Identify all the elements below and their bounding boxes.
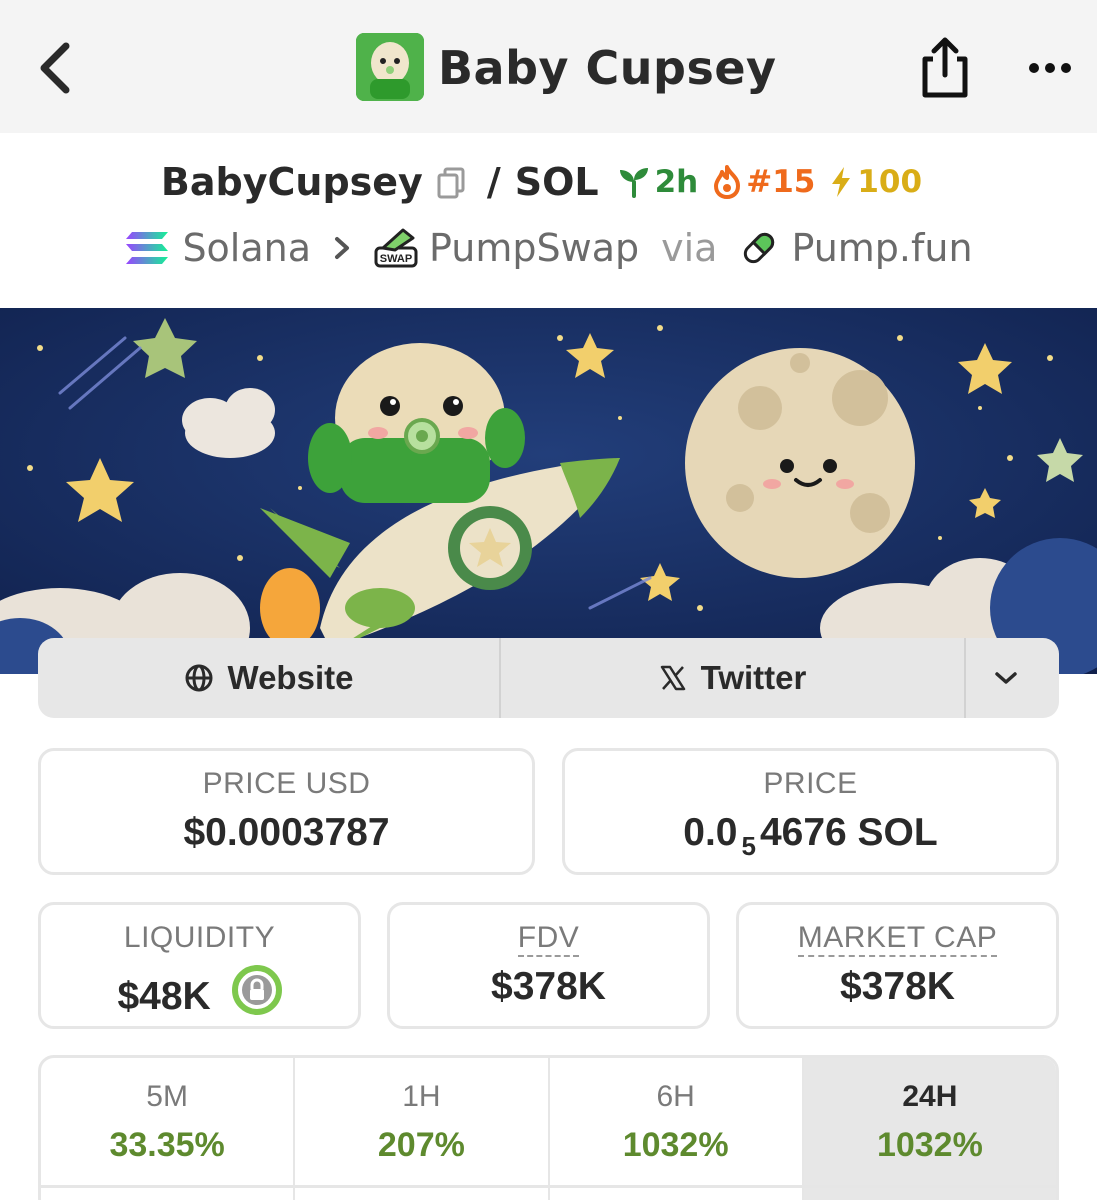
more-links-button[interactable]	[966, 638, 1059, 718]
fdv-label: FDV	[517, 921, 580, 957]
boost-badge[interactable]: 100	[829, 164, 922, 200]
x-logo-icon	[660, 665, 685, 691]
social-links-bar: Website Twitter	[38, 638, 1059, 718]
tab-1h[interactable]: 1H 207%	[295, 1058, 550, 1200]
globe-icon	[185, 664, 213, 692]
token-banner-image	[0, 308, 1097, 674]
timeframe-tabs: 5M 33.35% 1H 207% 6H 1032% 24H 1032%	[38, 1055, 1059, 1200]
lightning-icon	[832, 167, 851, 197]
website-button[interactable]: Website	[38, 638, 501, 718]
twitter-label: Twitter	[700, 659, 807, 696]
chevron-right-icon	[335, 237, 350, 259]
dex-name[interactable]: PumpSwap	[429, 226, 639, 270]
quote-symbol: SOL	[514, 160, 599, 204]
price-usd-value: $0.0003787	[183, 811, 390, 854]
price-native-value: 0.0 5 4676 SOL	[565, 811, 1056, 862]
boost-value: 100	[857, 164, 923, 200]
price-native-card: PRICE 0.0 5 4676 SOL	[562, 748, 1059, 875]
pair-separator: /	[486, 160, 501, 204]
chain-breadcrumb: Solana SWAP PumpSwap via Pump.fun	[0, 226, 1097, 276]
tab-24h[interactable]: 24H 1032%	[803, 1058, 1056, 1200]
trending-rank-badge[interactable]: #15	[712, 164, 815, 200]
price-usd-card: PRICE USD $0.0003787	[38, 748, 535, 875]
via-label: via	[661, 226, 718, 270]
tab-label: 6H	[656, 1080, 695, 1113]
pumpswap-icon: SWAP	[374, 228, 418, 268]
lock-icon[interactable]	[231, 965, 282, 1025]
twitter-button[interactable]: Twitter	[501, 638, 966, 718]
launchpad-name[interactable]: Pump.fun	[791, 226, 972, 270]
breadcrumb-arrow	[333, 226, 351, 270]
back-button[interactable]	[30, 38, 80, 98]
chevron-left-icon	[40, 42, 70, 94]
solana-icon	[126, 232, 169, 264]
token-logo	[356, 33, 424, 101]
pill-icon	[744, 232, 775, 264]
price-prefix: 0.0	[683, 811, 738, 854]
price-change-value: 1032%	[876, 1126, 983, 1164]
price-usd-label: PRICE USD	[202, 767, 371, 800]
more-dots-icon	[1029, 63, 1071, 73]
share-icon	[922, 37, 968, 98]
price-zero-count: 5	[741, 831, 756, 861]
price-suffix: 4676 SOL	[759, 811, 938, 854]
share-button[interactable]	[915, 33, 975, 103]
tab-label: 1H	[402, 1080, 441, 1113]
divider	[38, 1185, 1059, 1188]
age-badge: 2h	[617, 164, 699, 200]
price-change-value: 1032%	[622, 1126, 729, 1164]
price-native-label: PRICE	[763, 767, 858, 800]
chain-name[interactable]: Solana	[182, 226, 311, 270]
liquidity-card: LIQUIDITY $48K	[38, 902, 361, 1029]
more-options-button[interactable]	[1022, 48, 1082, 88]
market-cap-label: MARKET CAP	[797, 921, 998, 957]
fdv-value: $378K	[491, 965, 606, 1008]
liquidity-label: LIQUIDITY	[123, 921, 276, 954]
token-symbol: BabyCupsey	[160, 160, 423, 204]
website-label: Website	[227, 659, 354, 696]
tab-label: 5M	[146, 1080, 188, 1113]
liquidity-value-row: $48K	[41, 965, 358, 1025]
fdv-card[interactable]: FDV $378K	[387, 902, 710, 1029]
chevron-down-icon	[994, 672, 1017, 684]
rank-value: #15	[746, 164, 816, 200]
price-change-value: 207%	[377, 1126, 465, 1164]
price-change-value: 33.35%	[109, 1126, 225, 1164]
pair-header: BabyCupsey / SOL 2h #15 100	[0, 160, 1097, 216]
sprout-icon	[619, 168, 648, 198]
tab-label: 24H	[902, 1080, 958, 1113]
market-cap-value: $378K	[840, 965, 955, 1008]
copy-icon[interactable]	[435, 165, 469, 199]
top-bar: Baby Cupsey	[0, 0, 1097, 133]
age-value: 2h	[654, 164, 699, 200]
page-title: Baby Cupsey	[438, 41, 777, 95]
liquidity-value: $48K	[117, 975, 211, 1018]
svg-text:SWAP: SWAP	[380, 253, 412, 265]
tab-6h[interactable]: 6H 1032%	[550, 1058, 804, 1200]
market-cap-card[interactable]: MARKET CAP $378K	[736, 902, 1059, 1029]
tab-5m[interactable]: 5M 33.35%	[41, 1058, 296, 1200]
flame-icon	[714, 165, 741, 199]
